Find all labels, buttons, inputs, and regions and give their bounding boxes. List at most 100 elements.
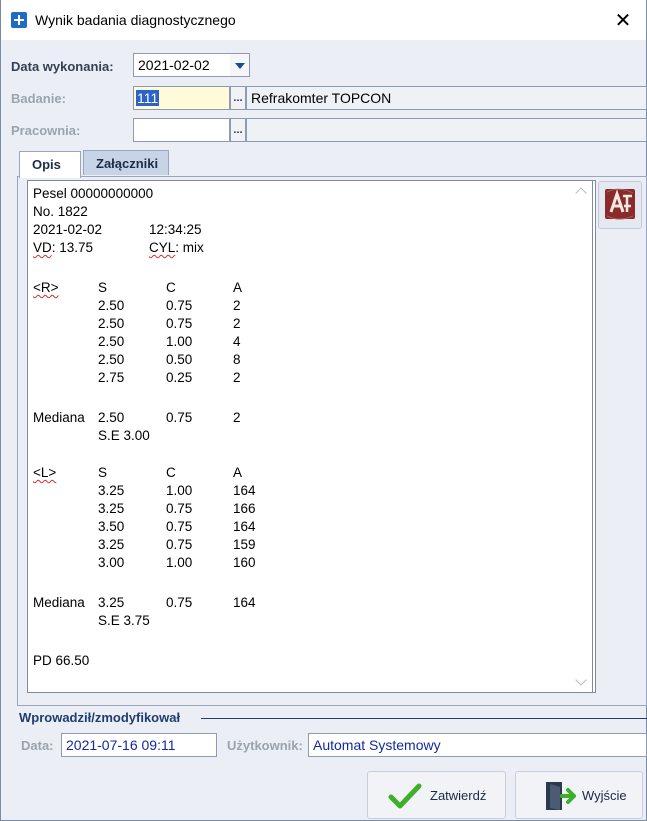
right-mediana-line: Mediana 2.50 0.75 2 (33, 410, 241, 428)
opis-text-area[interactable]: Pesel 00000000000 No. 1822 2021-02-02 12… (27, 180, 596, 693)
left-c: 1.00 (166, 555, 193, 570)
col-header-c: C (166, 465, 176, 480)
vd-value: : 13.75 (51, 240, 94, 255)
right-c: 0.50 (166, 352, 193, 367)
left-s: 3.00 (98, 555, 125, 570)
pd-line: PD 66.50 (33, 653, 90, 668)
cyl-label: CYL (149, 240, 176, 255)
logo-icon (605, 188, 635, 220)
right-mediana-s: 2.50 (98, 410, 125, 425)
chevron-down-icon[interactable] (230, 53, 250, 77)
right-c: 0.75 (166, 298, 193, 313)
left-mediana-label: Mediana (33, 595, 85, 610)
left-eye-header: <L> S C A (33, 465, 242, 483)
right-se: S.E 3.00 (98, 428, 150, 443)
left-c: 1.00 (166, 483, 193, 498)
right-mediana-label: Mediana (33, 410, 85, 425)
right-s: 2.75 (98, 370, 125, 385)
scroll-up-icon[interactable] (575, 187, 587, 199)
dialog-window: Wynik badania diagnostycznego ✕ Data wyk… (0, 0, 647, 821)
left-s: 3.25 (98, 483, 125, 498)
left-c: 0.75 (166, 501, 193, 516)
pracownia-label: Pracownia: (11, 123, 81, 138)
left-se: S.E 3.75 (98, 613, 150, 628)
left-mediana-line: Mediana 3.25 0.75 164 (33, 595, 256, 613)
vertical-scrollbar[interactable] (570, 180, 593, 693)
badanie-name-field: Refrakomter TOPCON (246, 86, 647, 110)
wyjscie-label: Wyjście (582, 788, 627, 803)
cyl-value: : mix (175, 240, 204, 255)
left-a: 159 (233, 537, 256, 552)
right-mediana-c: 0.75 (166, 410, 193, 425)
left-s: 3.25 (98, 537, 125, 552)
right-eye-header: <R> S C A (33, 280, 242, 298)
right-s: 2.50 (98, 316, 125, 331)
badanie-code-text: 111 (136, 90, 160, 106)
close-button[interactable]: ✕ (600, 0, 646, 40)
section-title: Wprowadził/zmodyfikował (19, 710, 181, 725)
right-s: 2.50 (98, 298, 125, 313)
col-header-c: C (166, 280, 176, 295)
data-label: Data: (21, 738, 54, 753)
data-wykonania-label: Data wykonania: (11, 59, 114, 74)
right-a: 2 (233, 370, 241, 385)
left-s: 3.50 (98, 519, 125, 534)
tab-zalaczniki[interactable]: Załączniki (83, 150, 169, 175)
right-mediana-a: 2 (233, 410, 241, 425)
col-header-s: S (98, 465, 108, 480)
uzytkownik-field: Automat Systemowy (308, 733, 647, 757)
right-eye-tag: <R> (33, 280, 59, 295)
right-c: 0.75 (166, 316, 193, 331)
left-mediana-a: 164 (233, 595, 256, 610)
right-s: 2.50 (98, 352, 125, 367)
tab-opis[interactable]: Opis (19, 151, 81, 178)
right-c: 1.00 (166, 334, 193, 349)
badanie-label: Badanie: (11, 91, 66, 106)
zatwierdz-button[interactable]: Zatwierdź (367, 771, 506, 819)
pracownia-lookup-button[interactable]: ... (230, 118, 246, 142)
title-bar: Wynik badania diagnostycznego ✕ (1, 0, 646, 40)
left-a: 160 (233, 555, 256, 570)
check-icon (388, 783, 422, 809)
col-header-a: A (233, 465, 243, 480)
right-a: 4 (233, 334, 241, 349)
right-c: 0.25 (166, 370, 193, 385)
pesel-line: Pesel 00000000000 (33, 186, 154, 201)
left-mediana-c: 0.75 (166, 595, 193, 610)
left-c: 0.75 (166, 519, 193, 534)
badanie-code-field[interactable]: 111 (133, 86, 230, 110)
scroll-down-icon[interactable] (575, 674, 587, 686)
date-line: 2021-02-02 12:34:25 (33, 222, 202, 240)
uzytkownik-label: Użytkownik: (227, 738, 303, 753)
left-mediana-s: 3.25 (98, 595, 125, 610)
zatwierdz-label: Zatwierdź (430, 788, 487, 803)
right-s: 2.50 (98, 334, 125, 349)
exam-time: 12:34:25 (149, 222, 202, 237)
exit-door-icon (546, 782, 576, 810)
left-eye-tag: <L> (33, 465, 57, 480)
wyjscie-button[interactable]: Wyjście (515, 771, 643, 819)
right-a: 8 (233, 352, 241, 367)
data-field: 2021-07-16 09:11 (61, 733, 217, 757)
col-header-a: A (233, 280, 243, 295)
col-header-s: S (98, 280, 108, 295)
left-a: 164 (233, 519, 256, 534)
logo-button[interactable] (598, 181, 642, 229)
left-s: 3.25 (98, 501, 125, 516)
data-wykonania-field[interactable]: 2021-02-02 (133, 53, 231, 77)
section-divider (201, 718, 647, 719)
left-a: 164 (233, 483, 256, 498)
add-icon (11, 12, 27, 28)
left-a: 166 (233, 501, 256, 516)
left-c: 0.75 (166, 537, 193, 552)
exam-date: 2021-02-02 (33, 222, 103, 237)
window-title: Wynik badania diagnostycznego (35, 12, 236, 28)
badanie-lookup-button[interactable]: ... (230, 86, 246, 110)
pracownia-name-field (246, 118, 647, 142)
vd-cyl-line: VD: 13.75 CYL: mix (33, 240, 204, 258)
right-a: 2 (233, 316, 241, 331)
pracownia-code-field[interactable] (133, 118, 230, 142)
number-line: No. 1822 (33, 204, 88, 219)
vd-label: VD (33, 240, 52, 255)
right-a: 2 (233, 298, 241, 313)
